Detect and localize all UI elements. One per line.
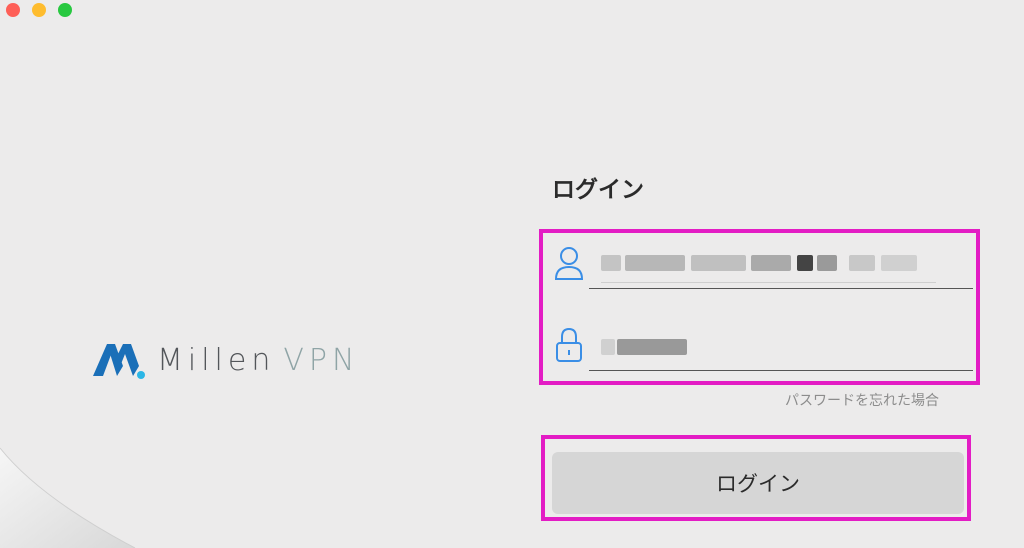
close-window-button[interactable]	[6, 3, 20, 17]
login-button-highlight-box: ログイン	[541, 435, 971, 521]
page-curl-decoration	[0, 447, 136, 548]
user-icon	[554, 247, 584, 280]
login-title: ログイン	[552, 177, 644, 203]
millen-m-logo-icon	[93, 344, 145, 379]
brand-name-secondary: VPN	[283, 342, 360, 378]
minimize-window-button[interactable]	[32, 3, 46, 17]
window-controls	[6, 3, 72, 17]
brand-name-primary: Millen	[157, 342, 276, 378]
username-field[interactable]	[553, 239, 973, 289]
brand-logo: Millen VPN	[93, 340, 359, 380]
maximize-window-button[interactable]	[58, 3, 72, 17]
password-underline	[589, 370, 973, 371]
username-inner-line	[601, 282, 936, 283]
forgot-password-link[interactable]: パスワードを忘れた場合	[785, 390, 939, 410]
brand-wordmark: Millen VPN	[157, 343, 359, 378]
app-window: Millen VPN ログイン パスワードを忘れた場合 ログイン	[0, 0, 1024, 548]
login-button[interactable]: ログイン	[552, 452, 964, 514]
password-field[interactable]	[553, 321, 973, 371]
username-underline	[589, 288, 973, 289]
credentials-highlight-box	[539, 229, 980, 385]
lock-icon	[556, 327, 582, 362]
